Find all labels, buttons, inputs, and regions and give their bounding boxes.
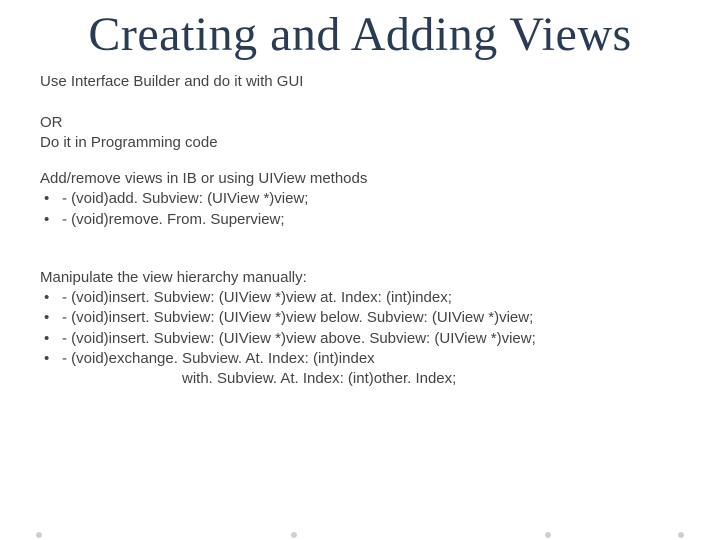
- manipulate-heading: Manipulate the view hierarchy manually:: [40, 268, 680, 288]
- slide-title: Creating and Adding Views: [40, 10, 680, 60]
- intro-line: Use Interface Builder and do it with GUI: [40, 72, 680, 92]
- list-item-text: - (void)exchange. Subview. At. Index: (i…: [62, 350, 375, 367]
- list-item: - (void)remove. From. Superview;: [40, 210, 680, 230]
- dot-icon: [678, 532, 684, 538]
- list-item: - (void)insert. Subview: (UIView *)view …: [40, 288, 680, 308]
- dot-icon: [291, 532, 297, 538]
- add-remove-block: Add/remove views in IB or using UIView m…: [40, 169, 680, 230]
- list-item: - (void)insert. Subview: (UIView *)view …: [40, 329, 680, 349]
- add-remove-heading: Add/remove views in IB or using UIView m…: [40, 169, 680, 189]
- list-item: - (void)add. Subview: (UIView *)view;: [40, 189, 680, 209]
- manipulate-block: Manipulate the view hierarchy manually: …: [40, 268, 680, 390]
- footer-dots: [0, 532, 720, 540]
- intro-block-1: Use Interface Builder and do it with GUI: [40, 72, 680, 92]
- programming-line: Do it in Programming code: [40, 133, 680, 153]
- dot-icon: [545, 532, 551, 538]
- list-item: - (void)insert. Subview: (UIView *)view …: [40, 308, 680, 328]
- intro-block-2: OR Do it in Programming code: [40, 113, 680, 154]
- add-remove-list: - (void)add. Subview: (UIView *)view; - …: [40, 189, 680, 230]
- list-item-continuation: with. Subview. At. Index: (int)other. In…: [62, 369, 680, 389]
- list-item: - (void)exchange. Subview. At. Index: (i…: [40, 349, 680, 390]
- dot-icon: [36, 532, 42, 538]
- slide: Creating and Adding Views Use Interface …: [0, 10, 720, 540]
- manipulate-list: - (void)insert. Subview: (UIView *)view …: [40, 288, 680, 389]
- or-line: OR: [40, 113, 680, 133]
